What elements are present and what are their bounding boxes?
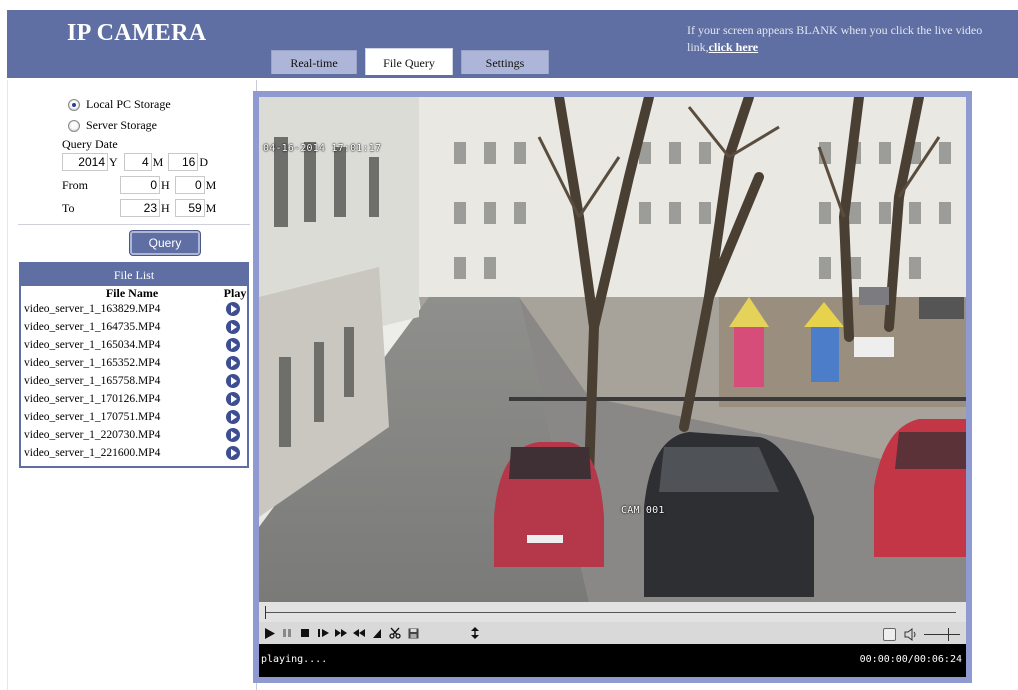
year-input[interactable]: 2014	[62, 153, 108, 171]
play-file-icon[interactable]	[226, 374, 240, 388]
tab-settings[interactable]: Settings	[461, 50, 549, 74]
volume-slider[interactable]	[924, 627, 960, 641]
playback-status: playing....	[261, 654, 328, 665]
blank-screen-notice: If your screen appears BLANK when you cl…	[687, 22, 1005, 56]
server-storage-radio[interactable]	[68, 119, 80, 132]
rewind-icon[interactable]	[351, 625, 367, 641]
osd-camera-label: CAM 001	[621, 505, 665, 516]
step-forward-icon[interactable]	[315, 625, 331, 641]
volume-controls	[883, 626, 960, 642]
play-icon[interactable]	[261, 625, 277, 641]
stop-icon[interactable]	[297, 625, 313, 641]
list-item: video_server_1_170751.MP4	[21, 408, 247, 426]
seek-thumb[interactable]	[265, 606, 268, 619]
video-player: 04-16-2014 17:01:17 CAM 001 playing.... …	[253, 91, 972, 683]
brand-title: IP CAMERA	[67, 20, 207, 46]
click-here-link[interactable]: click here	[709, 40, 758, 54]
list-item: video_server_1_165034.MP4	[21, 336, 247, 354]
seek-track[interactable]	[265, 612, 956, 613]
play-file-icon[interactable]	[226, 302, 240, 316]
to-minute-unit: M	[205, 200, 217, 215]
play-file-icon[interactable]	[226, 356, 240, 370]
server-storage-option[interactable]: Server Storage	[68, 118, 157, 133]
list-item: video_server_1_220730.MP4	[21, 426, 247, 444]
year-unit: Y	[109, 154, 118, 169]
file-name: video_server_1_163829.MP4	[24, 303, 161, 315]
snapshot-icon[interactable]	[883, 627, 896, 641]
local-storage-label: Local PC Storage	[86, 97, 171, 111]
from-minute-unit: M	[205, 177, 217, 192]
query-date-label: Query Date	[62, 137, 118, 151]
file-name: video_server_1_221600.MP4	[24, 447, 161, 459]
from-minute-input[interactable]: 0	[174, 176, 205, 194]
playback-time: 00:00:00/00:06:24	[859, 654, 962, 665]
camera-scene-image	[259, 97, 966, 602]
list-item: video_server_1_165352.MP4	[21, 354, 247, 372]
to-hour-input[interactable]: 23	[120, 199, 160, 217]
file-name: video_server_1_165352.MP4	[24, 357, 161, 369]
month-unit: M	[152, 154, 164, 169]
list-item: video_server_1_163829.MP4	[21, 300, 247, 318]
play-file-icon[interactable]	[226, 392, 240, 406]
file-name-column-header: File Name	[105, 286, 159, 300]
file-name: video_server_1_165034.MP4	[24, 339, 161, 351]
seek-bar[interactable]	[259, 602, 966, 622]
play-file-icon[interactable]	[226, 338, 240, 352]
from-time-row: From 0 H 0 M	[62, 176, 216, 194]
vertical-resize-icon[interactable]	[467, 625, 483, 641]
play-file-icon[interactable]	[226, 428, 240, 442]
player-status-bar: playing.... 00:00:00/00:06:24	[259, 644, 966, 677]
to-label: To	[62, 200, 75, 215]
scissors-icon[interactable]	[387, 625, 403, 641]
pause-icon[interactable]	[279, 625, 295, 641]
local-storage-radio[interactable]	[68, 98, 80, 111]
to-hour-unit: H	[161, 200, 170, 215]
video-frame[interactable]: 04-16-2014 17:01:17 CAM 001	[259, 97, 966, 602]
query-date-row: 2014 Y 4 M 16 D	[62, 153, 208, 171]
day-input[interactable]: 16	[168, 153, 199, 171]
player-controls	[259, 622, 966, 644]
speaker-icon[interactable]	[903, 626, 919, 642]
from-label: From	[62, 177, 89, 192]
local-storage-option[interactable]: Local PC Storage	[68, 97, 171, 112]
list-item: video_server_1_221600.MP4	[21, 444, 247, 462]
tab-real-time[interactable]: Real-time	[271, 50, 357, 74]
tab-file-query[interactable]: File Query	[365, 48, 453, 75]
month-input[interactable]: 4	[123, 153, 152, 171]
list-item: video_server_1_165758.MP4	[21, 372, 247, 390]
to-time-row: To 23 H 59 M	[62, 199, 216, 217]
server-storage-label: Server Storage	[86, 118, 157, 132]
play-file-icon[interactable]	[226, 320, 240, 334]
play-file-icon[interactable]	[226, 446, 240, 460]
file-name: video_server_1_164735.MP4	[24, 321, 161, 333]
osd-timestamp: 04-16-2014 17:01:17	[263, 143, 382, 154]
file-list-header: File Name Play	[21, 286, 247, 300]
file-name: video_server_1_220730.MP4	[24, 429, 161, 441]
from-hour-input[interactable]: 0	[120, 176, 160, 194]
fast-forward-icon[interactable]	[333, 625, 349, 641]
file-name: video_server_1_170751.MP4	[24, 411, 161, 423]
save-icon[interactable]	[405, 625, 421, 641]
file-list-title: File List	[21, 264, 247, 286]
play-file-icon[interactable]	[226, 410, 240, 424]
file-name: video_server_1_170126.MP4	[24, 393, 161, 405]
from-hour-unit: H	[161, 177, 170, 192]
file-name: video_server_1_165758.MP4	[24, 375, 161, 387]
day-unit: D	[199, 154, 209, 169]
header-divider	[7, 75, 1018, 78]
query-button[interactable]: Query	[130, 231, 200, 255]
play-column-header: Play	[223, 286, 247, 300]
list-item: video_server_1_170126.MP4	[21, 390, 247, 408]
file-rows: video_server_1_163829.MP4 video_server_1_…	[21, 300, 247, 462]
list-item: video_server_1_164735.MP4	[21, 318, 247, 336]
to-minute-input[interactable]: 59	[174, 199, 205, 217]
app-header: IP CAMERA If your screen appears BLANK w…	[7, 10, 1018, 75]
frame-capture-icon[interactable]	[369, 625, 385, 641]
file-list: File List File Name Play video_server_1_…	[19, 262, 249, 468]
panel-divider	[18, 224, 250, 225]
query-panel: Local PC Storage Server Storage Query Da…	[7, 80, 257, 690]
